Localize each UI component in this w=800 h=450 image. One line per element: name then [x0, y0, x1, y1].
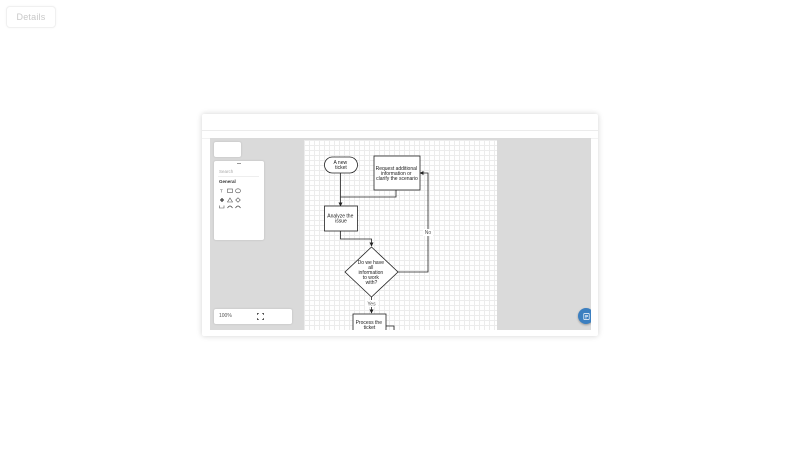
- dialog-header: [202, 114, 598, 131]
- editor-canvas[interactable]: Search General T No Yes A new ticket Req…: [210, 138, 591, 330]
- palette-search-input[interactable]: Search: [218, 167, 259, 177]
- edge-analyze-to-decision[interactable]: [340, 231, 374, 247]
- zoom-controls: 100%: [214, 309, 292, 324]
- svg-text:A new ticket: A new ticket: [333, 160, 348, 171]
- bracket-icon[interactable]: [219, 205, 225, 209]
- arc-icon[interactable]: [235, 205, 241, 209]
- diagram-editor-dialog: Search General T No Yes A new ticket Req…: [202, 114, 598, 336]
- cross-icon[interactable]: [220, 198, 224, 202]
- palette-section-general[interactable]: General: [219, 179, 236, 184]
- node-decision[interactable]: Do we have all information to work with?: [344, 246, 399, 298]
- edge-label-no: No: [425, 230, 432, 236]
- notes-fab-button[interactable]: [578, 308, 591, 324]
- details-button[interactable]: Details: [6, 6, 56, 28]
- node-request-info[interactable]: Request additional information or clarif…: [373, 155, 421, 191]
- flowchart: No Yes A new ticket Request additional i…: [324, 155, 433, 330]
- text-icon[interactable]: T: [220, 189, 223, 194]
- node-start[interactable]: A new ticket: [324, 156, 358, 174]
- edge-process-out[interactable]: [386, 325, 395, 330]
- svg-text:T: T: [220, 189, 223, 194]
- details-button-label: Details: [16, 12, 46, 22]
- fit-screen-icon[interactable]: [257, 313, 264, 320]
- edge-request-to-start[interactable]: [340, 190, 397, 198]
- diamond-icon[interactable]: [235, 197, 241, 203]
- palette-drag-handle[interactable]: [237, 163, 241, 164]
- node-process[interactable]: Process the ticket: [352, 313, 387, 330]
- undo-redo-toolbar[interactable]: [214, 142, 241, 157]
- node-analyze[interactable]: Analyze the issue: [324, 205, 358, 232]
- zoom-level[interactable]: 100%: [219, 309, 232, 324]
- ellipse-icon[interactable]: [235, 188, 241, 194]
- shape-palette: Search General T: [214, 161, 264, 240]
- note-icon: [582, 312, 590, 320]
- rectangle-icon[interactable]: [227, 188, 233, 193]
- svg-text:Request additional: Request additional information or clarif…: [376, 166, 419, 182]
- diagram-page[interactable]: No Yes A new ticket Request additional i…: [304, 140, 497, 330]
- palette-shapes: T: [219, 188, 241, 209]
- arc-icon[interactable]: [227, 205, 233, 209]
- triangle-icon[interactable]: [226, 197, 234, 203]
- edge-label-yes: Yes: [367, 302, 376, 308]
